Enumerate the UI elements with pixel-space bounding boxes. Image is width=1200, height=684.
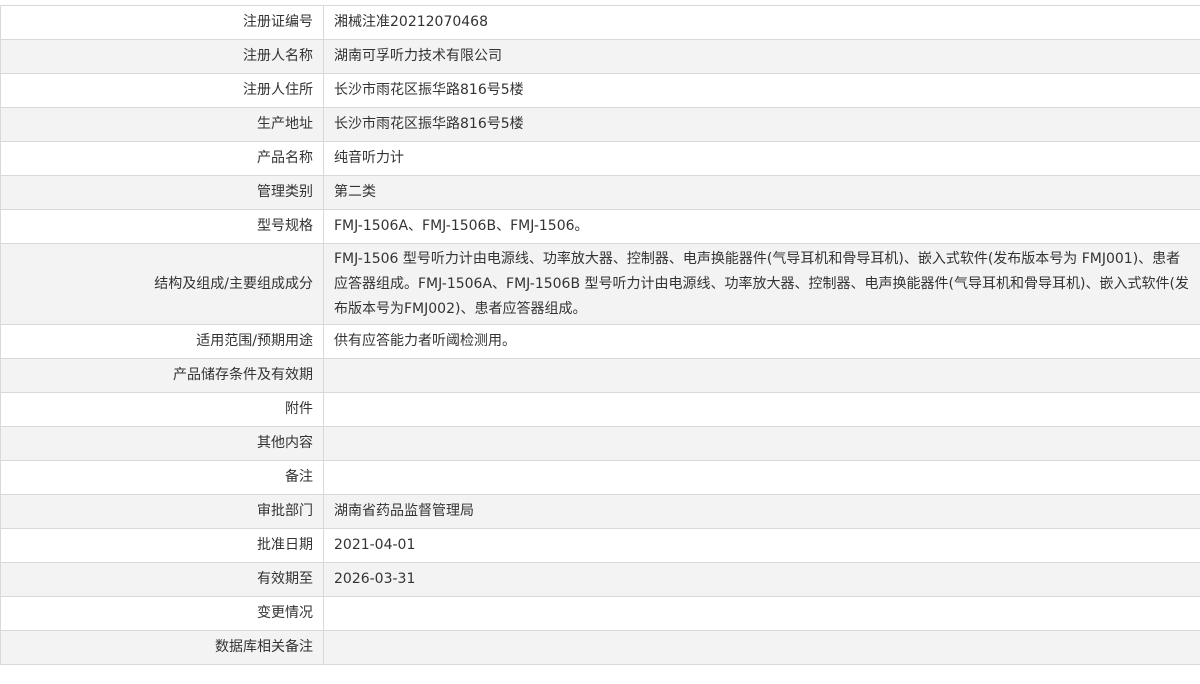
field-value-remarks	[324, 461, 1200, 495]
table-row: 产品名称 纯音听力计	[1, 142, 1200, 176]
field-value-product-name: 纯音听力计	[324, 142, 1200, 176]
table-row: 型号规格 FMJ-1506A、FMJ-1506B、FMJ-1506。	[1, 210, 1200, 244]
field-value-registration-number: 湘械注准20212070468	[324, 6, 1200, 40]
table-row: 注册人名称 湖南可孚听力技术有限公司	[1, 40, 1200, 74]
table-row: 适用范围/预期用途 供有应答能力者听阈检测用。	[1, 325, 1200, 359]
field-label-model-spec: 型号规格	[1, 210, 324, 244]
table-row: 管理类别 第二类	[1, 176, 1200, 210]
table-row: 数据库相关备注	[1, 631, 1200, 665]
field-value-structure-composition: FMJ-1506 型号听力计由电源线、功率放大器、控制器、电声换能器件(气导耳机…	[324, 244, 1200, 325]
field-value-approval-date: 2021-04-01	[324, 529, 1200, 563]
table-row: 审批部门 湖南省药品监督管理局	[1, 495, 1200, 529]
field-label-approval-date: 批准日期	[1, 529, 324, 563]
field-label-production-address: 生产地址	[1, 108, 324, 142]
table-row: 有效期至 2026-03-31	[1, 563, 1200, 597]
table-row: 注册证编号 湘械注准20212070468	[1, 6, 1200, 40]
field-label-database-notes: 数据库相关备注	[1, 631, 324, 665]
field-value-database-notes	[324, 631, 1200, 665]
field-label-remarks: 备注	[1, 461, 324, 495]
table-row: 批准日期 2021-04-01	[1, 529, 1200, 563]
field-label-other-content: 其他内容	[1, 427, 324, 461]
field-value-storage-validity	[324, 359, 1200, 393]
field-value-registrant-name: 湖南可孚听力技术有限公司	[324, 40, 1200, 74]
registration-detail-table: 注册证编号 湘械注准20212070468 注册人名称 湖南可孚听力技术有限公司…	[0, 5, 1200, 665]
field-value-intended-use: 供有应答能力者听阈检测用。	[324, 325, 1200, 359]
table-row: 附件	[1, 393, 1200, 427]
table-row: 注册人住所 长沙市雨花区振华路816号5楼	[1, 74, 1200, 108]
field-value-management-class: 第二类	[324, 176, 1200, 210]
table-row: 备注	[1, 461, 1200, 495]
field-label-storage-validity: 产品储存条件及有效期	[1, 359, 324, 393]
field-value-attachments	[324, 393, 1200, 427]
field-label-registrant-address: 注册人住所	[1, 74, 324, 108]
field-label-attachments: 附件	[1, 393, 324, 427]
field-label-valid-until: 有效期至	[1, 563, 324, 597]
field-value-registrant-address: 长沙市雨花区振华路816号5楼	[324, 74, 1200, 108]
field-value-valid-until: 2026-03-31	[324, 563, 1200, 597]
table-row: 其他内容	[1, 427, 1200, 461]
field-label-management-class: 管理类别	[1, 176, 324, 210]
field-label-registration-number: 注册证编号	[1, 6, 324, 40]
table-row: 变更情况	[1, 597, 1200, 631]
field-label-structure-composition: 结构及组成/主要组成成分	[1, 244, 324, 325]
field-value-change-history	[324, 597, 1200, 631]
table-row: 结构及组成/主要组成成分 FMJ-1506 型号听力计由电源线、功率放大器、控制…	[1, 244, 1200, 325]
field-label-registrant-name: 注册人名称	[1, 40, 324, 74]
table-row: 产品储存条件及有效期	[1, 359, 1200, 393]
field-value-other-content	[324, 427, 1200, 461]
field-label-change-history: 变更情况	[1, 597, 324, 631]
field-label-approval-department: 审批部门	[1, 495, 324, 529]
field-value-production-address: 长沙市雨花区振华路816号5楼	[324, 108, 1200, 142]
table-row: 生产地址 长沙市雨花区振华路816号5楼	[1, 108, 1200, 142]
field-value-model-spec: FMJ-1506A、FMJ-1506B、FMJ-1506。	[324, 210, 1200, 244]
field-value-approval-department: 湖南省药品监督管理局	[324, 495, 1200, 529]
field-label-product-name: 产品名称	[1, 142, 324, 176]
field-label-intended-use: 适用范围/预期用途	[1, 325, 324, 359]
